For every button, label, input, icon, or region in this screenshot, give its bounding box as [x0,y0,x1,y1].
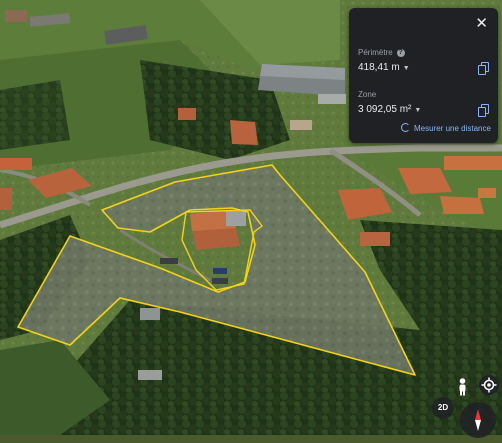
my-location-icon[interactable] [479,375,499,395]
measure-distance-button[interactable]: Mesurer une distance [401,123,491,133]
copy-area-icon[interactable] [478,104,489,117]
close-icon[interactable]: ✕ [475,16,488,32]
ruler-icon [401,123,410,132]
perimeter-label: Périmètre [358,48,393,57]
perimeter-label-row: Périmètre? [358,48,405,57]
compass-icon[interactable] [460,402,496,438]
pegman-glyph [459,378,466,396]
perimeter-value[interactable]: 418,41 m ▼ [358,62,410,73]
view-toggle-2d-button[interactable]: 2D [432,397,454,419]
pegman-icon[interactable] [452,376,473,397]
help-icon[interactable]: ? [396,49,405,57]
measure-panel: ✕ Périmètre? 418,41 m ▼ Zone 3 092,05 m² ▼… [349,8,498,143]
copy-perimeter-icon[interactable] [478,62,489,75]
chevron-down-icon[interactable]: ▼ [403,65,410,72]
area-label: Zone [358,90,377,99]
compass-glyph [475,409,481,431]
area-value-text: 3 092,05 m² [358,104,412,115]
location-glyph [481,377,497,393]
chevron-down-icon[interactable]: ▼ [414,107,421,114]
measure-distance-label: Mesurer une distance [414,124,491,133]
area-value[interactable]: 3 092,05 m² ▼ [358,104,421,115]
perimeter-value-text: 418,41 m [358,62,400,73]
view-toggle-label: 2D [437,403,449,412]
